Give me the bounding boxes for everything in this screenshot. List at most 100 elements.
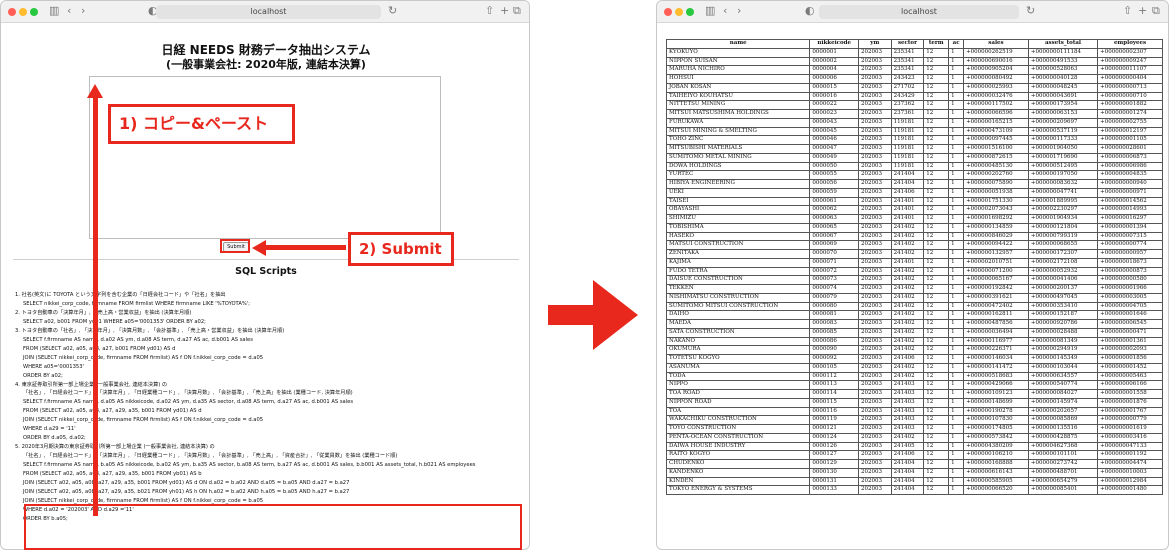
table-cell: 0000130 [809,467,859,478]
table-cell: TODA [665,371,811,382]
address-bar[interactable]: localhost [819,5,1019,19]
table-cell: NISHIMATSU CONSTRUCTION [665,292,811,303]
table-cell: 12 [923,126,950,137]
forward-icon[interactable]: › [737,4,741,17]
table-cell: 202003 [857,117,892,128]
table-cell: 1 [948,249,965,259]
close-window-button[interactable] [8,8,16,16]
zoom-window-button[interactable] [30,8,38,16]
privacy-shield-icon[interactable]: ◐ [805,4,815,17]
column-header-employees: employees [1097,39,1163,49]
sidebar-icon[interactable]: ▥ [49,4,59,17]
minimize-window-button[interactable] [675,8,683,16]
table-cell: 202003 [857,109,892,119]
table-cell: +000000294919 [1027,345,1099,355]
table-cell: 0000073 [809,275,859,285]
table-cell: +000000001274 [1097,109,1163,119]
new-tab-icon[interactable]: + [1138,4,1147,17]
table-cell: 202003 [857,187,892,198]
table-row: TOYO CONSTRUCTION 0000121 202003 241403 12 1 +… [665,424,1163,434]
table-cell: 202003 [857,196,892,207]
table-cell: +000000000779 [1097,415,1163,425]
table-cell: 237362 [890,100,925,110]
new-tab-icon[interactable]: + [500,4,509,17]
reload-icon[interactable]: ↻ [1026,4,1035,17]
table-cell: 0000083 [809,319,859,329]
table-cell: +000000132957 [963,249,1029,259]
back-icon[interactable]: ‹ [67,4,71,17]
table-cell: 12 [923,476,950,487]
table-row: TOTETSU KOGYO 0000092 202003 241406 12 1 +0000… [665,354,1163,364]
table-cell: +000000168888 [963,459,1029,469]
table-cell: NAKANO [665,336,811,347]
minimize-window-button[interactable] [19,8,27,16]
table-cell: 241402 [890,222,925,233]
table-cell: 241402 [890,432,925,443]
table-cell: 0000085 [809,327,859,338]
table-cell: +000000001619 [1097,424,1163,434]
table-cell: 202003 [857,65,892,75]
address-bar[interactable]: localhost [156,5,381,19]
table-cell: +000000006873 [1097,152,1163,163]
table-cell: 12 [923,362,950,373]
table-cell: 202003 [857,450,892,460]
sql-line: 3. トヨタ自動車の「社名」, 「決算年月」, 「決算月数」, 「会計基準」, … [15,327,285,334]
share-icon[interactable]: ⇧ [485,4,494,17]
table-cell: 1 [948,231,965,242]
table-cell: +000000107830 [963,415,1029,425]
table-cell: 202003 [857,327,892,338]
table-cell: +000000585905 [963,476,1029,487]
table-cell: 12 [923,117,950,128]
back-icon[interactable]: ‹ [723,4,727,17]
table-cell: 1 [948,371,965,382]
column-header-sector: sector [890,39,925,49]
table-cell: +000000000713 [1097,82,1163,93]
table-row: TODA 0000112 202003 241402 12 1 +000000518683 +… [665,371,1163,382]
share-icon[interactable]: ⇧ [1123,4,1132,17]
table-cell: NIPPON ROAD [665,397,811,408]
table-cell: 0000133 [809,485,859,495]
table-cell: 0000086 [809,336,859,347]
table-cell: 0000129 [809,459,859,469]
table-cell: +000001516100 [963,144,1029,154]
table-cell: 12 [923,91,950,102]
table-cell: +000000905204 [963,65,1029,75]
table-row: TOA ROAD 0000114 202003 241403 12 1 +000000109… [665,389,1163,399]
table-cell: 241401 [890,205,925,215]
table-cell: DAIHO [665,310,811,320]
zoom-window-button[interactable] [686,8,694,16]
table-cell: 202003 [857,135,892,145]
table-cell: +000000491533 [1027,56,1099,67]
tab-overview-icon[interactable]: ⧉ [513,4,521,18]
reload-icon[interactable]: ↻ [388,4,397,17]
sql-query-textarea[interactable] [89,76,441,239]
table-row: UEKI 0000059 202003 241406 12 1 +000000051938 +… [665,187,1163,198]
close-window-button[interactable] [664,8,672,16]
table-cell: 241402 [890,310,925,320]
table-cell: 0000119 [809,415,859,425]
table-cell: 202003 [857,345,892,355]
table-cell: 12 [923,240,950,250]
tab-overview-icon[interactable]: ⧉ [1152,4,1160,18]
table-cell: +000000007315 [1097,231,1163,242]
table-cell: +000000172307 [1027,249,1099,259]
table-cell: +000000005463 [1097,371,1163,382]
table-cell: +000000083632 [1027,179,1099,189]
table-cell: +000000002093 [1097,345,1163,355]
table-cell: 202003 [857,354,892,364]
table-cell: +000000518683 [963,371,1029,382]
table-cell: +000000012197 [1097,126,1163,137]
table-cell: 0000006 [809,74,859,84]
sidebar-icon[interactable]: ▥ [705,4,715,17]
table-cell: MITSUI MATSUSHIMA HOLDINGS [665,109,811,119]
table-cell: 1 [948,82,965,93]
table-cell: +000000117502 [963,100,1029,110]
table-cell: 0000056 [809,179,859,189]
table-cell: TOYO CONSTRUCTION [665,424,811,434]
table-cell: +000000487856 [963,319,1029,329]
table-cell: +000000200137 [1027,284,1099,294]
sql-line: 2. トヨタ自動車の「決算年月」, 「売上高・営業収益」を抽出 (決算年月順) [15,309,192,316]
forward-icon[interactable]: › [81,4,85,17]
table-cell: +000000097445 [963,135,1029,145]
sql-line: JOIN (SELECT nikkei_corp_code, firmname … [23,417,264,424]
